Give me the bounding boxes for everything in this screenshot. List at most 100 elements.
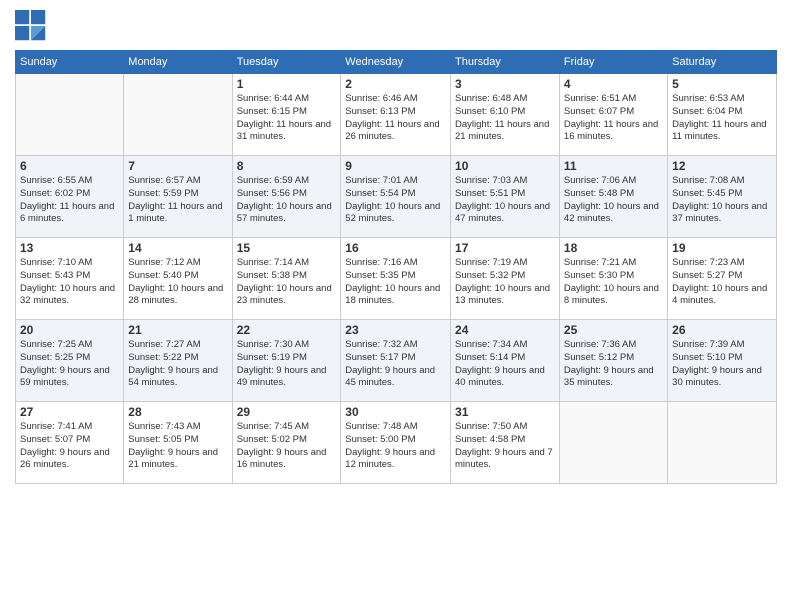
weekday-header: Saturday bbox=[668, 51, 777, 74]
day-number: 24 bbox=[455, 323, 555, 337]
day-info: Sunrise: 7:43 AMSunset: 5:05 PMDaylight:… bbox=[128, 421, 227, 472]
calendar-week-row: 6 Sunrise: 6:55 AMSunset: 6:02 PMDaylight… bbox=[16, 156, 777, 238]
day-number: 2 bbox=[345, 77, 446, 91]
day-number: 21 bbox=[128, 323, 227, 337]
calendar-day-cell: 7Sunrise: 6:57 AMSunset: 5:59 PMDaylight… bbox=[124, 156, 232, 238]
calendar-week-row: 27 Sunrise: 7:41 AMSunset: 5:07 PMDayligh… bbox=[16, 402, 777, 484]
day-info: Sunrise: 7:08 AMSunset: 5:45 PMDaylight:… bbox=[672, 175, 772, 226]
calendar-day-cell: 23 Sunrise: 7:32 AMSunset: 5:17 PMDayligh… bbox=[341, 320, 451, 402]
day-number: 9 bbox=[345, 159, 446, 173]
calendar-day-cell: 21 Sunrise: 7:27 AMSunset: 5:22 PMDayligh… bbox=[124, 320, 232, 402]
day-info: Sunrise: 7:12 AMSunset: 5:40 PMDaylight:… bbox=[128, 257, 227, 308]
day-info: Sunrise: 7:45 AMSunset: 5:02 PMDaylight:… bbox=[237, 421, 337, 472]
day-number: 3 bbox=[455, 77, 555, 91]
day-number: 27 bbox=[20, 405, 119, 419]
calendar-day-cell: 20 Sunrise: 7:25 AMSunset: 5:25 PMDayligh… bbox=[16, 320, 124, 402]
calendar-day-cell: 6 Sunrise: 6:55 AMSunset: 6:02 PMDaylight… bbox=[16, 156, 124, 238]
day-number: 15 bbox=[237, 241, 337, 255]
calendar-day-cell bbox=[668, 402, 777, 484]
day-info: Sunrise: 7:06 AMSunset: 5:48 PMDaylight:… bbox=[564, 175, 663, 226]
calendar-day-cell: 22Sunrise: 7:30 AMSunset: 5:19 PMDayligh… bbox=[232, 320, 341, 402]
calendar-day-cell: 15 Sunrise: 7:14 AMSunset: 5:38 PMDayligh… bbox=[232, 238, 341, 320]
day-info: Sunrise: 6:44 AMSunset: 6:15 PMDaylight:… bbox=[237, 93, 337, 144]
calendar-day-cell: 9 Sunrise: 7:01 AMSunset: 5:54 PMDaylight… bbox=[341, 156, 451, 238]
calendar-day-cell bbox=[124, 74, 232, 156]
day-number: 18 bbox=[564, 241, 663, 255]
day-info: Sunrise: 7:36 AMSunset: 5:12 PMDaylight:… bbox=[564, 339, 663, 390]
day-info: Sunrise: 6:57 AMSunset: 5:59 PMDaylight:… bbox=[128, 175, 227, 226]
day-info: Sunrise: 7:14 AMSunset: 5:38 PMDaylight:… bbox=[237, 257, 337, 308]
day-info: Sunrise: 7:23 AMSunset: 5:27 PMDaylight:… bbox=[672, 257, 772, 308]
weekday-header: Sunday bbox=[16, 51, 124, 74]
day-number: 4 bbox=[564, 77, 663, 91]
day-info: Sunrise: 6:55 AMSunset: 6:02 PMDaylight:… bbox=[20, 175, 119, 226]
calendar-day-cell: 12 Sunrise: 7:08 AMSunset: 5:45 PMDayligh… bbox=[668, 156, 777, 238]
day-number: 23 bbox=[345, 323, 446, 337]
calendar-day-cell: 27 Sunrise: 7:41 AMSunset: 5:07 PMDayligh… bbox=[16, 402, 124, 484]
day-info: Sunrise: 7:50 AMSunset: 4:58 PMDaylight:… bbox=[455, 421, 555, 472]
calendar-week-row: 13 Sunrise: 7:10 AMSunset: 5:43 PMDayligh… bbox=[16, 238, 777, 320]
calendar-day-cell: 25Sunrise: 7:36 AMSunset: 5:12 PMDayligh… bbox=[559, 320, 667, 402]
day-number: 14 bbox=[128, 241, 227, 255]
calendar-day-cell: 8 Sunrise: 6:59 AMSunset: 5:56 PMDaylight… bbox=[232, 156, 341, 238]
day-info: Sunrise: 7:25 AMSunset: 5:25 PMDaylight:… bbox=[20, 339, 119, 390]
day-number: 26 bbox=[672, 323, 772, 337]
day-info: Sunrise: 7:30 AMSunset: 5:19 PMDaylight:… bbox=[237, 339, 337, 390]
calendar-day-cell: 10Sunrise: 7:03 AMSunset: 5:51 PMDayligh… bbox=[451, 156, 560, 238]
day-number: 1 bbox=[237, 77, 337, 91]
day-info: Sunrise: 7:01 AMSunset: 5:54 PMDaylight:… bbox=[345, 175, 446, 226]
weekday-header: Friday bbox=[559, 51, 667, 74]
calendar-week-row: 20 Sunrise: 7:25 AMSunset: 5:25 PMDayligh… bbox=[16, 320, 777, 402]
calendar-day-cell: 1 Sunrise: 6:44 AMSunset: 6:15 PMDaylight… bbox=[232, 74, 341, 156]
day-number: 20 bbox=[20, 323, 119, 337]
day-number: 17 bbox=[455, 241, 555, 255]
day-number: 31 bbox=[455, 405, 555, 419]
calendar-week-row: 1 Sunrise: 6:44 AMSunset: 6:15 PMDaylight… bbox=[16, 74, 777, 156]
logo bbox=[15, 10, 51, 42]
calendar-day-cell: 26 Sunrise: 7:39 AMSunset: 5:10 PMDayligh… bbox=[668, 320, 777, 402]
day-number: 5 bbox=[672, 77, 772, 91]
day-info: Sunrise: 6:59 AMSunset: 5:56 PMDaylight:… bbox=[237, 175, 337, 226]
calendar-day-cell: 13 Sunrise: 7:10 AMSunset: 5:43 PMDayligh… bbox=[16, 238, 124, 320]
calendar-day-cell: 29 Sunrise: 7:45 AMSunset: 5:02 PMDayligh… bbox=[232, 402, 341, 484]
day-info: Sunrise: 7:10 AMSunset: 5:43 PMDaylight:… bbox=[20, 257, 119, 308]
calendar-day-cell: 11Sunrise: 7:06 AMSunset: 5:48 PMDayligh… bbox=[559, 156, 667, 238]
day-info: Sunrise: 7:39 AMSunset: 5:10 PMDaylight:… bbox=[672, 339, 772, 390]
calendar-day-cell: 16Sunrise: 7:16 AMSunset: 5:35 PMDayligh… bbox=[341, 238, 451, 320]
calendar-day-cell: 5 Sunrise: 6:53 AMSunset: 6:04 PMDaylight… bbox=[668, 74, 777, 156]
calendar-day-cell: 2Sunrise: 6:46 AMSunset: 6:13 PMDaylight… bbox=[341, 74, 451, 156]
day-number: 8 bbox=[237, 159, 337, 173]
day-info: Sunrise: 7:27 AMSunset: 5:22 PMDaylight:… bbox=[128, 339, 227, 390]
day-info: Sunrise: 6:51 AMSunset: 6:07 PMDaylight:… bbox=[564, 93, 663, 144]
day-info: Sunrise: 6:53 AMSunset: 6:04 PMDaylight:… bbox=[672, 93, 772, 144]
day-number: 16 bbox=[345, 241, 446, 255]
calendar-day-cell: 18 Sunrise: 7:21 AMSunset: 5:30 PMDayligh… bbox=[559, 238, 667, 320]
calendar-day-cell: 3 Sunrise: 6:48 AMSunset: 6:10 PMDaylight… bbox=[451, 74, 560, 156]
page-container: SundayMondayTuesdayWednesdayThursdayFrid… bbox=[0, 0, 792, 612]
weekday-header: Thursday bbox=[451, 51, 560, 74]
calendar-day-cell: 14 Sunrise: 7:12 AMSunset: 5:40 PMDayligh… bbox=[124, 238, 232, 320]
weekday-header: Tuesday bbox=[232, 51, 341, 74]
calendar-day-cell: 31 Sunrise: 7:50 AMSunset: 4:58 PMDayligh… bbox=[451, 402, 560, 484]
day-info: Sunrise: 7:34 AMSunset: 5:14 PMDaylight:… bbox=[455, 339, 555, 390]
calendar-day-cell bbox=[16, 74, 124, 156]
day-info: Sunrise: 7:21 AMSunset: 5:30 PMDaylight:… bbox=[564, 257, 663, 308]
calendar-table: SundayMondayTuesdayWednesdayThursdayFrid… bbox=[15, 50, 777, 484]
day-number: 6 bbox=[20, 159, 119, 173]
day-info: Sunrise: 6:48 AMSunset: 6:10 PMDaylight:… bbox=[455, 93, 555, 144]
day-info: Sunrise: 7:32 AMSunset: 5:17 PMDaylight:… bbox=[345, 339, 446, 390]
day-number: 29 bbox=[237, 405, 337, 419]
day-info: Sunrise: 7:41 AMSunset: 5:07 PMDaylight:… bbox=[20, 421, 119, 472]
calendar-day-cell: 19 Sunrise: 7:23 AMSunset: 5:27 PMDayligh… bbox=[668, 238, 777, 320]
logo-icon bbox=[15, 10, 47, 42]
calendar-day-cell: 17Sunrise: 7:19 AMSunset: 5:32 PMDayligh… bbox=[451, 238, 560, 320]
day-number: 30 bbox=[345, 405, 446, 419]
day-number: 19 bbox=[672, 241, 772, 255]
day-number: 13 bbox=[20, 241, 119, 255]
calendar-day-cell: 30Sunrise: 7:48 AMSunset: 5:00 PMDayligh… bbox=[341, 402, 451, 484]
page-header bbox=[15, 10, 777, 42]
day-number: 12 bbox=[672, 159, 772, 173]
day-number: 28 bbox=[128, 405, 227, 419]
calendar-day-cell: 4 Sunrise: 6:51 AMSunset: 6:07 PMDaylight… bbox=[559, 74, 667, 156]
calendar-day-cell: 24 Sunrise: 7:34 AMSunset: 5:14 PMDayligh… bbox=[451, 320, 560, 402]
